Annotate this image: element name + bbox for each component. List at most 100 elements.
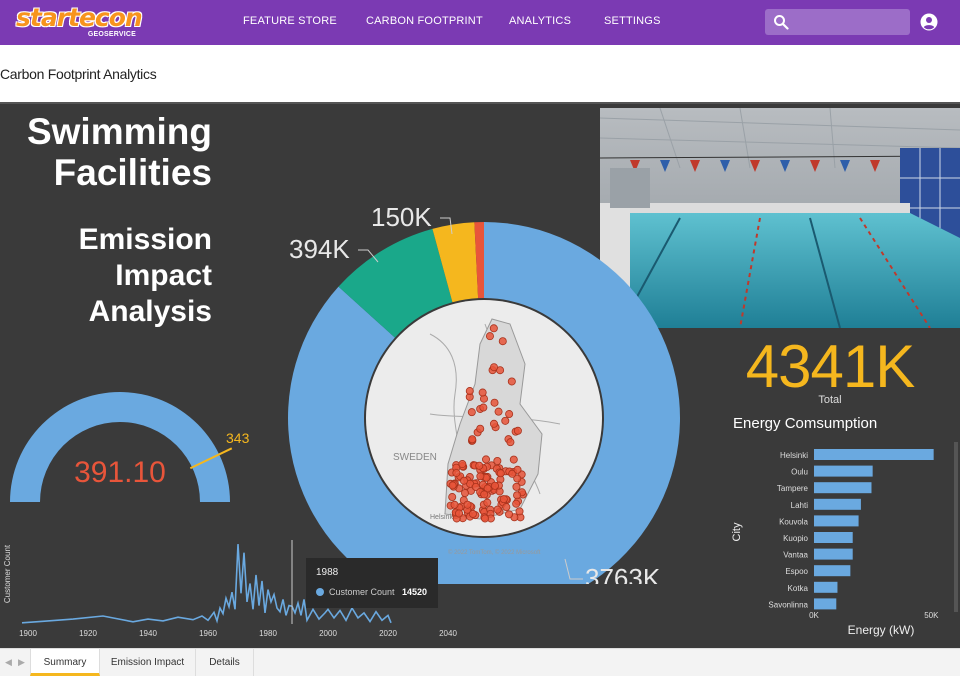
bar-y-axis-title: City — [731, 522, 743, 541]
facility-point[interactable] — [479, 403, 488, 412]
energy-bar-chart[interactable]: Helsinki Oulu Tampere Lahti Kouvola Kuopio Van… — [726, 440, 960, 648]
search-input[interactable] — [795, 12, 905, 32]
tab-emission-impact[interactable]: Emission Impact — [100, 649, 196, 676]
tab-next-icon[interactable]: ▶ — [18, 657, 25, 668]
facility-point[interactable] — [505, 410, 514, 419]
line-xtick-label: 2000 — [319, 629, 337, 638]
nav-link-analytics[interactable]: ANALYTICS — [509, 15, 571, 27]
facility-point[interactable] — [482, 455, 491, 464]
facility-point[interactable] — [512, 499, 521, 508]
facility-point[interactable] — [499, 495, 508, 504]
map-label-helsinki: Helsinki — [430, 514, 455, 521]
facility-point[interactable] — [505, 510, 514, 519]
search-icon[interactable] — [773, 14, 789, 30]
facility-point[interactable] — [450, 500, 459, 509]
facility-point[interactable] — [476, 424, 485, 433]
facility-point[interactable] — [501, 416, 510, 425]
nav-link-settings[interactable]: SETTINGS — [604, 15, 661, 27]
facility-point[interactable] — [483, 498, 492, 507]
tab-prev-icon[interactable]: ◀ — [5, 657, 12, 668]
subheadline-line-1: Emission — [78, 223, 212, 256]
account-circle-icon[interactable] — [920, 13, 938, 31]
tab-summary[interactable]: Summary — [30, 649, 100, 676]
facility-point[interactable] — [494, 407, 503, 416]
energy-bar[interactable] — [814, 482, 872, 494]
energy-bar[interactable] — [814, 498, 861, 510]
facility-point[interactable] — [515, 507, 524, 516]
facility-point[interactable] — [461, 489, 470, 498]
facility-point[interactable] — [468, 509, 477, 518]
facility-point[interactable] — [452, 468, 461, 477]
bar-category-label: Lahti — [791, 501, 809, 510]
startecon-logo[interactable]: startecon GEOSERVICE — [16, 3, 143, 41]
bar-category-label: Oulu — [791, 468, 808, 477]
facility-point[interactable] — [455, 509, 464, 518]
nav-link-feature-store[interactable]: FEATURE STORE — [243, 15, 337, 27]
tab-details[interactable]: Details — [196, 649, 254, 676]
total-kpi-label: Total — [818, 394, 842, 406]
bar-category-label: Savonlinna — [768, 600, 808, 609]
line-y-axis-title: Customer Count — [3, 544, 12, 603]
energy-bar[interactable] — [814, 598, 837, 610]
logo-subtext: GEOSERVICE — [87, 31, 136, 38]
line-xtick-label: 1960 — [199, 629, 217, 638]
facility-point[interactable] — [489, 324, 498, 333]
facility-point[interactable] — [512, 482, 521, 491]
search-box[interactable] — [765, 9, 910, 35]
facility-point[interactable] — [506, 438, 515, 447]
line-xtick-label: 1920 — [79, 629, 97, 638]
facility-point[interactable] — [476, 472, 485, 481]
bar-chart-scrollbar[interactable] — [954, 442, 958, 612]
total-kpi-value: 4341K — [745, 333, 916, 400]
facility-point[interactable] — [493, 505, 502, 514]
facility-point[interactable] — [513, 465, 522, 474]
facility-point[interactable] — [459, 476, 468, 485]
energy-bar[interactable] — [814, 465, 873, 477]
gauge-value: 391.10 — [74, 456, 166, 489]
facility-point[interactable] — [490, 481, 499, 490]
facility-point[interactable] — [513, 426, 522, 435]
facility-point[interactable] — [509, 455, 518, 464]
facility-point[interactable] — [496, 469, 505, 478]
nav-link-carbon-footprint[interactable]: CARBON FOOTPRINT — [366, 15, 483, 27]
facility-point[interactable] — [489, 363, 498, 372]
facility-point[interactable] — [507, 377, 516, 386]
line-xtick-label: 2040 — [439, 629, 457, 638]
facility-point[interactable] — [485, 332, 494, 341]
facility-point[interactable] — [467, 408, 476, 417]
facility-point[interactable] — [478, 388, 487, 397]
donut-label-394k: 394K — [289, 234, 350, 264]
facility-point[interactable] — [498, 337, 507, 346]
page-tab-bar: ◀ ▶ Summary Emission Impact Details — [0, 648, 960, 676]
map-label-sweden: SWEDEN — [393, 452, 437, 463]
facility-point[interactable] — [502, 503, 511, 512]
facility-point[interactable] — [465, 387, 474, 396]
facility-point[interactable] — [481, 514, 490, 523]
facility-point[interactable] — [490, 398, 499, 407]
logo-text: startecon — [16, 3, 143, 32]
energy-bar[interactable] — [814, 581, 838, 593]
facility-point[interactable] — [480, 490, 489, 499]
energy-bar[interactable] — [814, 449, 934, 460]
energy-bar[interactable] — [814, 532, 853, 543]
tooltip-label: Customer Count — [329, 587, 395, 597]
bar-category-label: Kotka — [788, 584, 809, 593]
energy-bar[interactable] — [814, 515, 859, 527]
energy-bar[interactable] — [814, 565, 851, 577]
emission-donut-chart[interactable]: SWEDEN Helsinki © 2022 TomTom, © 2022 Mi… — [280, 164, 680, 584]
tooltip-series-dot — [316, 588, 324, 596]
energy-bar[interactable] — [814, 548, 853, 560]
facility-point[interactable] — [463, 500, 472, 509]
facility-point[interactable] — [448, 481, 457, 490]
bar-category-label: Kouvola — [779, 517, 808, 526]
facility-point[interactable] — [490, 419, 499, 428]
gauge-target-label: 343 — [226, 430, 250, 446]
line-xtick-label: 1940 — [139, 629, 157, 638]
facility-point[interactable] — [468, 435, 477, 444]
facility-point[interactable] — [448, 493, 457, 502]
subheadline-line-3: Analysis — [88, 295, 212, 328]
map-attribution: © 2022 TomTom, © 2022 Microsoft — [448, 549, 541, 556]
facility-point[interactable] — [475, 461, 484, 470]
facility-point[interactable] — [513, 491, 522, 500]
facility-point[interactable] — [493, 457, 502, 466]
